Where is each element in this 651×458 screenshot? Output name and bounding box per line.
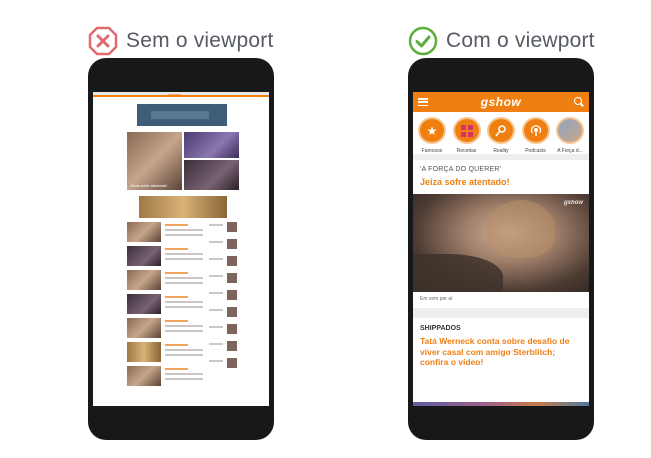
desktop-sidebar [209,222,237,375]
category-famosos[interactable]: ★ Famosos [415,117,449,154]
category-podcasts[interactable]: Podcasts [519,117,553,154]
x-icon [88,26,118,56]
right-caption: Com o viewport [408,26,595,56]
bottom-thumbnail-strip [413,402,589,406]
category-carousel: ★ Famosos Receitas Reality Podcasts A Fo… [413,112,589,160]
star-icon: ★ [418,117,446,144]
desktop-logo: gshow [168,92,181,97]
desktop-promo-banner[interactable] [139,196,227,218]
right-label: Com o viewport [446,29,595,52]
desktop-ad-banner [137,104,227,126]
desktop-tile[interactable] [184,132,239,158]
show-thumb-icon [556,117,584,144]
desktop-featured-image[interactable]: Jeiza sofre atentado! [127,132,182,190]
grid-icon [452,117,481,144]
phone-without-viewport: gshow Jeiza sofre atentado! [88,58,274,440]
podcast-icon [521,117,550,144]
article-title[interactable]: Jeiza sofre atentado! [420,177,582,187]
article-photo[interactable]: gshow [413,194,589,292]
category-receitas[interactable]: Receitas [450,117,484,154]
mobile-logo[interactable]: gshow [481,95,522,109]
comparison-figure: Sem o viewport Com o viewport gshow Jeiz… [0,0,651,458]
category-show[interactable]: A Força d... [553,117,587,154]
article-kicker: 'A FORÇA DO QUERER' [420,166,502,173]
left-caption: Sem o viewport [88,26,274,56]
microphone-icon [487,117,515,144]
left-label: Sem o viewport [126,29,274,52]
category-reality[interactable]: Reality [484,117,518,154]
desktop-featured-caption: Jeiza sofre atentado! [130,183,168,188]
mobile-page: gshow ★ Famosos Receitas Reality Podcast… [413,92,589,406]
next-headline[interactable]: Tatá Werneck conta sobre desafio de vive… [420,336,582,368]
photo-watermark: gshow [564,200,583,206]
hamburger-menu-icon[interactable] [418,98,428,106]
phone-with-viewport: gshow ★ Famosos Receitas Reality Podcast… [408,58,594,440]
section-label: SHIPPADOS [420,325,461,332]
search-icon[interactable] [574,97,584,107]
featured-article[interactable]: 'A FORÇA DO QUERER' Jeiza sofre atentado… [413,160,589,368]
desktop-scaled-page: gshow Jeiza sofre atentado! [93,92,269,406]
section-divider [413,308,589,318]
mobile-header: gshow [413,92,589,112]
photo-caption: Em vem por aí [420,296,453,302]
check-icon [408,26,438,56]
desktop-header: gshow [93,92,269,97]
desktop-tile[interactable] [184,160,239,190]
